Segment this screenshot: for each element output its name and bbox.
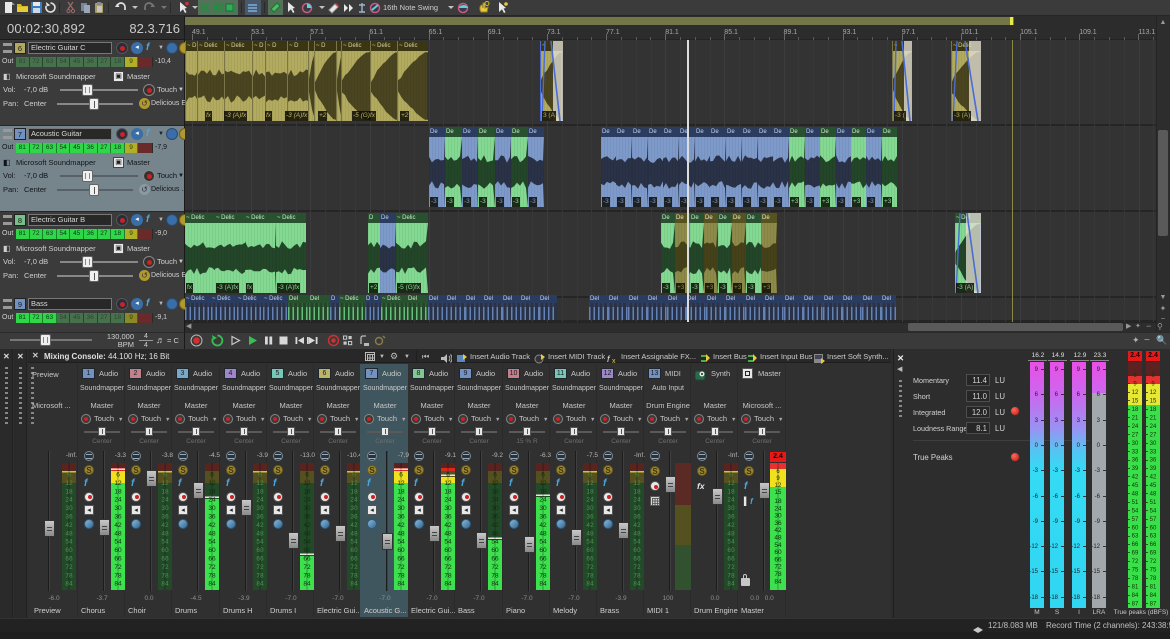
svg-text:-18: -18 — [1050, 595, 1059, 601]
svg-text:24: 24 — [1150, 424, 1157, 430]
svg-text:-3: -3 — [1075, 468, 1081, 474]
svg-text:-12: -12 — [1092, 544, 1101, 550]
svg-text:81: 81 — [1150, 584, 1157, 590]
svg-text:-15: -15 — [1030, 569, 1039, 575]
svg-text:48: 48 — [1132, 492, 1139, 498]
svg-text:12: 12 — [1132, 390, 1139, 396]
svg-text:30: 30 — [1150, 441, 1157, 447]
svg-text:15: 15 — [1132, 399, 1139, 405]
svg-text:72: 72 — [1132, 559, 1139, 565]
svg-text:-6: -6 — [1075, 494, 1081, 500]
svg-text:84: 84 — [1150, 593, 1157, 599]
svg-text:51: 51 — [1150, 500, 1157, 506]
svg-text:78: 78 — [1150, 576, 1157, 582]
svg-text:-6: -6 — [1033, 494, 1039, 500]
svg-text:-15: -15 — [1092, 569, 1101, 575]
svg-text:-15: -15 — [1050, 569, 1059, 575]
svg-text:69: 69 — [1150, 551, 1157, 557]
svg-text:36: 36 — [1150, 458, 1157, 464]
svg-text:45: 45 — [1150, 483, 1157, 489]
svg-text:39: 39 — [1150, 466, 1157, 472]
svg-text:27: 27 — [1150, 432, 1157, 438]
svg-text:48: 48 — [1150, 492, 1157, 498]
svg-text:51: 51 — [1132, 500, 1139, 506]
svg-text:63: 63 — [1132, 534, 1139, 540]
svg-text:78: 78 — [1132, 576, 1139, 582]
svg-text:x: x — [612, 358, 616, 364]
svg-text:60: 60 — [1150, 525, 1157, 531]
svg-text:39: 39 — [1132, 466, 1139, 472]
svg-text:-9: -9 — [1033, 519, 1039, 525]
svg-text:66: 66 — [1150, 542, 1157, 548]
svg-text:-12: -12 — [1030, 544, 1039, 550]
svg-text:-9: -9 — [1053, 519, 1059, 525]
svg-text:-18: -18 — [1030, 595, 1039, 601]
svg-text:33: 33 — [1150, 449, 1157, 455]
svg-text:87: 87 — [1150, 601, 1157, 607]
svg-text:57: 57 — [1150, 517, 1157, 523]
svg-text:12: 12 — [1150, 390, 1157, 396]
svg-text:81: 81 — [1132, 584, 1139, 590]
svg-text:69: 69 — [1132, 551, 1139, 557]
svg-text:-15: -15 — [1072, 569, 1081, 575]
svg-text:66: 66 — [1132, 542, 1139, 548]
svg-text:f: f — [607, 354, 611, 364]
svg-text:-12: -12 — [1050, 544, 1059, 550]
svg-text:63: 63 — [1150, 534, 1157, 540]
svg-text:30: 30 — [1132, 441, 1139, 447]
svg-text:75: 75 — [1150, 568, 1157, 574]
svg-text:72: 72 — [1150, 559, 1157, 565]
svg-text:60: 60 — [1132, 525, 1139, 531]
svg-text:21: 21 — [1150, 416, 1157, 422]
svg-text:-3: -3 — [1095, 468, 1101, 474]
svg-text:-12: -12 — [1072, 544, 1081, 550]
svg-text:-3: -3 — [1033, 468, 1039, 474]
svg-text:15: 15 — [1150, 399, 1157, 405]
svg-text:75: 75 — [1132, 568, 1139, 574]
svg-text:57: 57 — [1132, 517, 1139, 523]
svg-text:21: 21 — [1132, 416, 1139, 422]
svg-text:-9: -9 — [1075, 519, 1081, 525]
svg-text:-18: -18 — [1092, 595, 1101, 601]
svg-text:-6: -6 — [1095, 494, 1101, 500]
svg-text:42: 42 — [1150, 475, 1157, 481]
svg-text:45: 45 — [1132, 483, 1139, 489]
svg-text:-6: -6 — [1053, 494, 1059, 500]
svg-text:-18: -18 — [1072, 595, 1081, 601]
svg-text:-9: -9 — [1095, 519, 1101, 525]
svg-text:-3: -3 — [1053, 468, 1059, 474]
svg-text:54: 54 — [1150, 508, 1157, 514]
svg-text:27: 27 — [1132, 432, 1139, 438]
svg-text:84: 84 — [1132, 593, 1139, 599]
svg-text:18: 18 — [1132, 407, 1139, 413]
svg-text:36: 36 — [1132, 458, 1139, 464]
svg-text:18: 18 — [1150, 407, 1157, 413]
svg-text:24: 24 — [1132, 424, 1139, 430]
svg-text:42: 42 — [1132, 475, 1139, 481]
svg-text:54: 54 — [1132, 508, 1139, 514]
svg-text:33: 33 — [1132, 449, 1139, 455]
svg-text:87: 87 — [1132, 601, 1139, 607]
